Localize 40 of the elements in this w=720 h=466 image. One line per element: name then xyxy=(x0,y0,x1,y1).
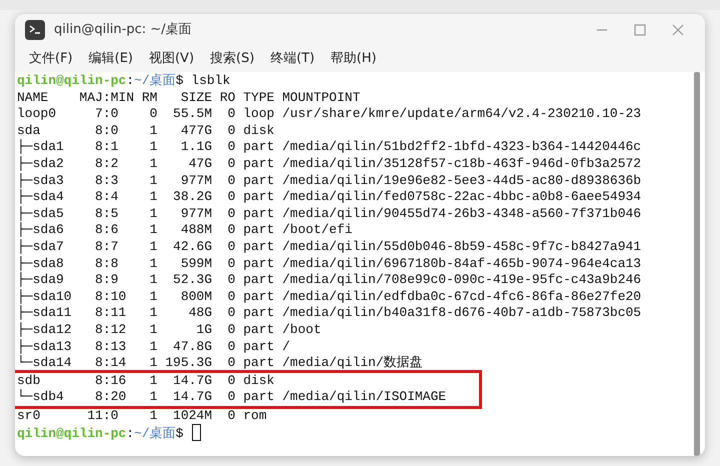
output-line: ├─sda5 8:5 1 977M 0 part /media/qilin/90455d74-26b3-4348-a560-7f371b046 xyxy=(17,206,642,221)
prompt-symbol: $ xyxy=(176,73,184,88)
scrollbar[interactable] xyxy=(694,72,700,456)
prompt-separator: : xyxy=(126,426,134,442)
prompt-path: ~/桌面 xyxy=(134,426,176,442)
close-icon xyxy=(672,24,684,36)
output-line: ├─sda6 8:6 1 488M 0 part /boot/efi xyxy=(17,222,352,238)
output-line: ├─sda10 8:10 1 800M 0 part /media/qilin/edfdba0c-67cd-4fc6-86fa-86e27fe20 xyxy=(17,288,642,304)
menu-item[interactable]: 终端(T) xyxy=(262,47,323,71)
output-line: ├─sda11 8:11 1 48G 0 part /media/qilin/b40a31f8-d676-40b7-a1db-75873bc05 xyxy=(17,305,642,320)
output-line: loop0 7:0 0 55.5M 0 loop /usr/share/kmre/update/arm64/v2.4-230210.10-23 xyxy=(17,106,642,122)
prompt-path: ~/桌面 xyxy=(134,73,176,88)
output-line: ├─sda2 8:2 1 47G 0 part /media/qilin/35128f57-c18b-463f-946d-0fb3a2572 xyxy=(17,156,642,171)
menu-item[interactable]: 视图(V) xyxy=(140,47,202,71)
output-line: ├─sda12 8:12 1 1G 0 part /boot xyxy=(17,322,322,337)
output-line: └─sdb4 8:20 1 14.7G 0 part /media/qilin/ISOIMAGE xyxy=(17,389,446,404)
menu-item[interactable]: 帮助(H) xyxy=(322,47,384,71)
output-line: ├─sda1 8:1 1 1.1G 0 part /media/qilin/51bd2ff2-1bfd-4323-b364-14420446c xyxy=(17,139,642,154)
output-line: ├─sda4 8:4 1 38.2G 0 part /media/qilin/fed0758c-22ac-4bbc-a0b8-6aee54934 xyxy=(17,189,642,204)
output-line: ├─sda3 8:3 1 977M 0 part /media/qilin/19e96e82-5ee3-44d5-ac80-d8938636b xyxy=(17,172,642,188)
menu-item[interactable]: 搜索(S) xyxy=(202,47,262,71)
output-line: ├─sda7 8:7 1 42.6G 0 part /media/qilin/55d0b046-8b59-458c-9f7c-b8427a941 xyxy=(17,238,642,254)
prompt-user: qilin@qilin-pc xyxy=(17,426,126,442)
output-line: ├─sda13 8:13 1 47.8G 0 part / xyxy=(17,338,290,354)
menu-item[interactable]: 文件(F) xyxy=(21,47,81,71)
menu-item[interactable]: 编辑(E) xyxy=(80,47,141,71)
command-text: lsblk xyxy=(191,73,230,88)
output-line: └─sda14 8:14 1 195.3G 0 part /media/qilin/数据盘 xyxy=(17,355,423,370)
output-line: sda 8:0 1 477G 0 disk xyxy=(17,122,274,138)
prompt-separator: : xyxy=(126,73,134,88)
output-line: ├─sda8 8:8 1 599M 0 part /media/qilin/6967180b-84af-465b-9074-964e4ca13 xyxy=(17,256,642,271)
prompt-symbol: $ xyxy=(176,426,184,442)
window-title: qilin@qilin-pc: ~/桌面 xyxy=(54,21,192,40)
prompt-user: qilin@qilin-pc xyxy=(17,73,126,88)
terminal-icon xyxy=(25,20,45,40)
output-line: NAME MAJ:MIN RM SIZE RO TYPE MOUNTPOINT xyxy=(17,90,360,105)
maximize-icon xyxy=(634,24,646,36)
output-line: sr0 11:0 1 1024M 0 rom xyxy=(17,408,267,423)
output-line: ├─sda9 8:9 1 52.3G 0 part /media/qilin/708e99c0-090c-419e-95fc-c43a9b246 xyxy=(17,272,642,288)
output-line: sdb 8:16 1 14.7G 0 disk xyxy=(17,372,274,388)
